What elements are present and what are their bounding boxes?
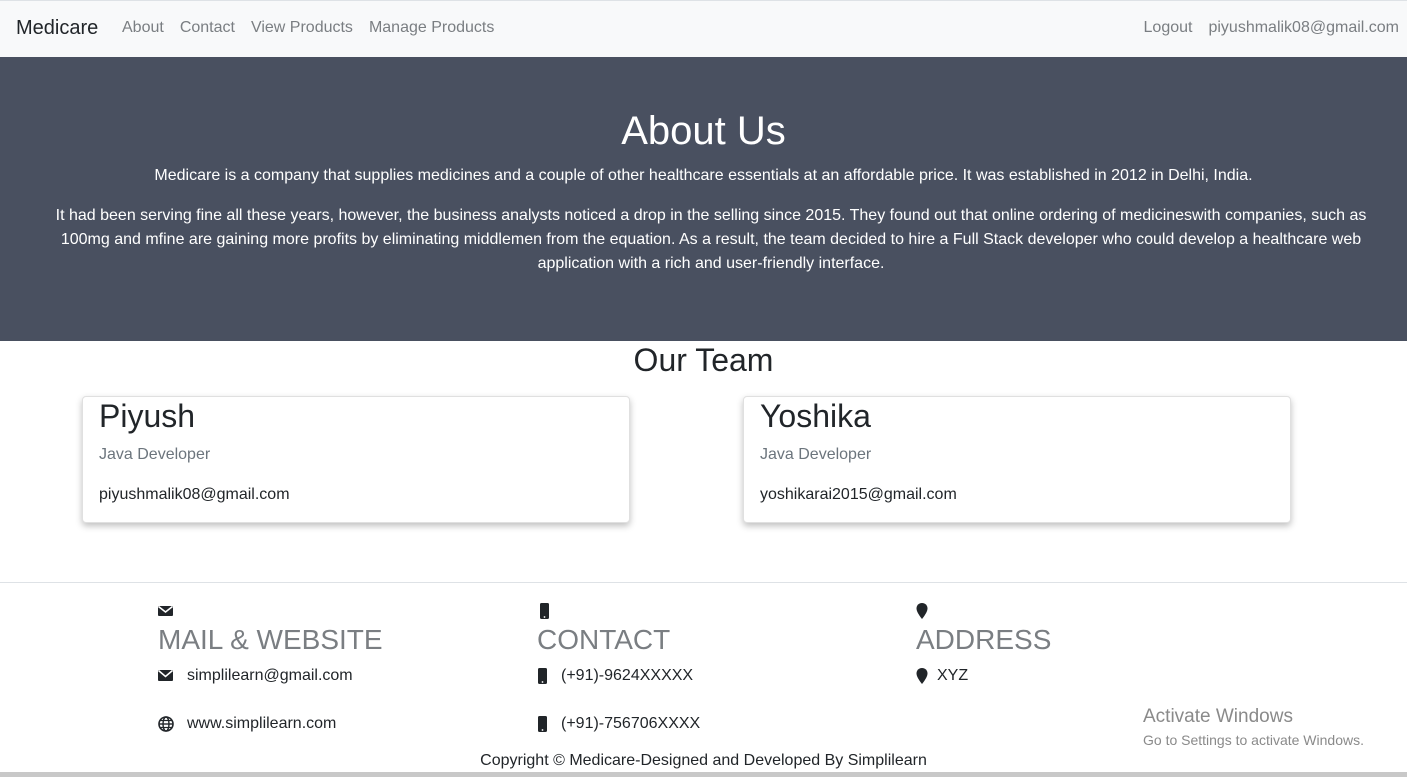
team-card: Piyush Java Developer piyushmalik08@gmai… <box>82 396 630 523</box>
member-name: Yoshika <box>760 398 871 434</box>
page-title: About Us <box>621 109 786 153</box>
map-marker-icon <box>916 668 928 684</box>
member-name: Piyush <box>99 398 196 434</box>
envelope-icon <box>158 669 174 681</box>
watermark-subtitle: Go to Settings to activate Windows. <box>1143 732 1364 748</box>
about-hero: About Us Medicare is a company that supp… <box>0 57 1407 341</box>
mail-heading: MAIL & WEBSITE <box>158 624 383 655</box>
nav-links: About Contact View Products Manage Produ… <box>122 19 510 37</box>
phone-number: (+91)-756706XXXX <box>561 715 701 732</box>
member-role: Java Developer <box>99 446 211 463</box>
user-email-link[interactable]: piyushmalik08@gmail.com <box>1208 19 1399 37</box>
activate-windows-watermark: Activate Windows Go to Settings to activ… <box>1143 706 1364 750</box>
member-email: yoshikarai2015@gmail.com <box>760 486 957 503</box>
about-paragraph-2: It had been serving fine all these years… <box>55 207 1367 272</box>
map-marker-icon <box>916 603 928 619</box>
address-heading: ADDRESS <box>916 624 1052 655</box>
nav-view-products-link[interactable]: View Products <box>251 19 353 37</box>
contact-heading: CONTACT <box>537 624 671 655</box>
contact-phone-row: (+91)-756706XXXX <box>537 715 700 733</box>
phone-number: (+91)-9624XXXXX <box>561 667 694 684</box>
brand-link[interactable]: Medicare <box>16 17 98 40</box>
horizontal-scrollbar[interactable] <box>0 772 1407 777</box>
mobile-icon <box>538 668 547 684</box>
globe-icon <box>158 716 174 732</box>
navbar: Medicare About Contact View Products Man… <box>0 0 1407 57</box>
logout-link[interactable]: Logout <box>1144 19 1193 37</box>
nav-manage-products-link[interactable]: Manage Products <box>369 19 494 37</box>
mobile-icon <box>540 603 549 619</box>
mail-website-row: www.simplilearn.com <box>158 715 336 733</box>
contact-phone-row: (+91)-9624XXXXX <box>537 667 693 685</box>
nav-contact-link[interactable]: Contact <box>180 19 235 37</box>
mail-email-row: simplilearn@gmail.com <box>158 667 353 685</box>
team-title: Our Team <box>633 342 774 378</box>
address-value: XYZ <box>937 667 969 684</box>
envelope-icon <box>158 605 173 616</box>
team-card: Yoshika Java Developer yoshikarai2015@gm… <box>743 396 1291 523</box>
watermark-title: Activate Windows <box>1143 706 1293 727</box>
member-role: Java Developer <box>760 446 872 463</box>
copyright-text: Copyright © Medicare-Designed and Develo… <box>480 752 927 769</box>
nav-user-area: Logout piyushmalik08@gmail.com <box>1144 19 1399 37</box>
address-row: XYZ <box>916 667 968 685</box>
mobile-icon <box>538 716 547 732</box>
mail-email-link[interactable]: simplilearn@gmail.com <box>187 667 353 685</box>
nav-about-link[interactable]: About <box>122 19 164 37</box>
member-email: piyushmalik08@gmail.com <box>99 486 290 503</box>
website-link[interactable]: www.simplilearn.com <box>187 715 336 733</box>
about-paragraph-1: Medicare is a company that supplies medi… <box>154 167 1253 184</box>
